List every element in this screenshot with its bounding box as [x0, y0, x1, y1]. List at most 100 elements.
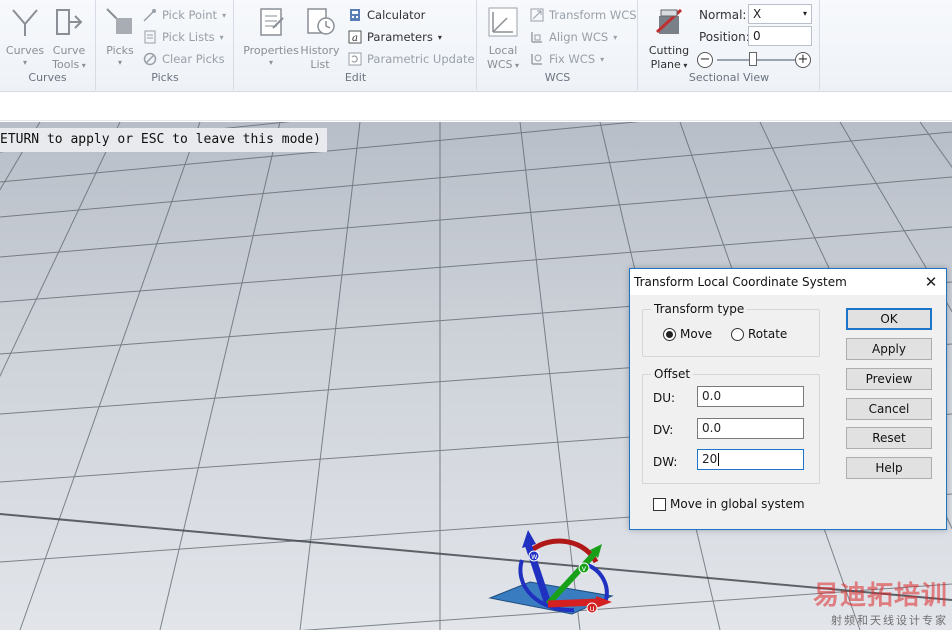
dialog-title: Transform Local Coordinate System — [634, 275, 847, 289]
du-input[interactable]: 0.0 — [697, 386, 804, 407]
chevron-down-icon: ▾ — [79, 61, 86, 70]
du-label: DU: — [653, 391, 676, 405]
picks-group: Picks ▾ Pick Point ▾ Pick Lists ▾ Clear Pi… — [97, 0, 234, 90]
v-axis-label: v — [582, 564, 587, 573]
curves-icon — [12, 9, 38, 36]
cutting-plane-icon — [655, 8, 683, 34]
u-axis-label: u — [590, 604, 595, 613]
group-label-sectional-view: Sectional View — [688, 71, 770, 84]
local-wcs-button[interactable]: Local WCS ▾ — [480, 6, 526, 72]
history-list-button[interactable]: History List — [299, 6, 341, 72]
parameters-button[interactable]: a Parameters ▾ — [348, 28, 442, 46]
chevron-down-icon: ▾ — [680, 61, 688, 70]
parameters-icon: a — [348, 30, 362, 44]
slider-increase-button[interactable]: + — [795, 52, 811, 68]
w-axis-arrow-icon — [522, 530, 536, 548]
radio-rotate[interactable]: Rotate — [731, 327, 787, 341]
align-wcs-icon — [531, 32, 542, 43]
chevron-down-icon: ▾ — [222, 10, 227, 20]
parametric-update-icon — [348, 52, 362, 66]
w-axis-label: w — [531, 552, 538, 561]
picks-button[interactable]: Picks ▾ — [97, 6, 143, 68]
preview-button[interactable]: Preview — [846, 368, 932, 390]
wcs-gizmo[interactable]: w v u — [486, 526, 626, 626]
history-list-icon — [307, 8, 335, 35]
chevron-down-icon: ▾ — [600, 54, 605, 64]
cutting-plane-button[interactable]: Cutting Plane ▾ — [645, 6, 693, 72]
radio-move[interactable]: Move — [663, 327, 712, 341]
ribbon: Curves ▾ Curve Tools ▾ Curves Picks ▾ Pi… — [0, 0, 952, 92]
pick-lists-icon — [144, 30, 156, 44]
watermark-sub: 射频和天线设计专家 — [831, 614, 948, 627]
dv-input[interactable]: 0.0 — [697, 418, 804, 439]
ok-button[interactable]: OK — [846, 308, 932, 330]
dv-label: DV: — [653, 423, 674, 437]
move-in-global-checkbox[interactable]: Move in global system — [653, 497, 805, 511]
curves-button[interactable]: Curves ▾ — [2, 6, 48, 68]
picks-icon — [106, 8, 132, 34]
reset-button[interactable]: Reset — [846, 427, 932, 449]
edit-group: Properties ▾ History List Calculator a P… — [235, 0, 477, 90]
calculator-button[interactable]: Calculator — [348, 6, 425, 24]
apply-button[interactable]: Apply — [846, 338, 932, 360]
properties-icon — [260, 8, 284, 36]
toolbar-strip — [0, 93, 952, 121]
chevron-down-icon: ▾ — [512, 61, 520, 70]
chevron-down-icon: ▾ — [117, 58, 122, 67]
clear-picks-icon — [143, 52, 157, 66]
fix-wcs-button[interactable]: Fix WCS ▾ — [530, 50, 604, 68]
fix-wcs-icon — [531, 54, 542, 65]
transform-lcs-dialog: Transform Local Coordinate System ✕ Tran… — [629, 268, 947, 530]
sectional-view-group: Cutting Plane ▾ Normal: X ▾ Position: 0 … — [639, 0, 820, 90]
curve-tools-icon — [56, 9, 83, 35]
svg-text:a: a — [352, 33, 358, 44]
chevron-down-icon: ▾ — [22, 58, 27, 67]
help-button[interactable]: Help — [846, 457, 932, 479]
status-message: ETURN to apply or ESC to leave this mode… — [0, 128, 327, 152]
offset-legend: Offset — [651, 367, 694, 381]
parametric-update-button[interactable]: Parametric Update — [348, 50, 475, 68]
text-cursor — [718, 453, 720, 466]
radio-move-dot — [663, 327, 676, 341]
align-wcs-button[interactable]: Align WCS ▾ — [530, 28, 617, 46]
pick-point-icon — [143, 9, 156, 22]
dialog-title-bar[interactable]: Transform Local Coordinate System — [630, 269, 946, 295]
curve-tools-button[interactable]: Curve Tools ▾ — [46, 6, 92, 72]
transform-wcs-button[interactable]: Transform WCS — [530, 6, 637, 24]
pick-lists-button[interactable]: Pick Lists ▾ — [143, 28, 224, 46]
properties-button[interactable]: Properties ▾ — [241, 6, 301, 68]
slider-decrease-button[interactable]: − — [697, 52, 713, 68]
transform-wcs-icon — [530, 8, 544, 22]
wcs-group: Local WCS ▾ Transform WCS Align WCS ▾ Fix… — [478, 0, 638, 90]
watermark-main: 易迪拓培训 — [812, 581, 948, 611]
dw-label: DW: — [653, 455, 678, 469]
dw-input[interactable]: 20 — [697, 449, 804, 470]
chevron-down-icon: ▾ — [802, 9, 807, 18]
position-input[interactable]: 0 — [748, 26, 812, 46]
transform-type-legend: Transform type — [651, 302, 748, 316]
watermark: 易迪拓培训 射频和天线设计专家 — [813, 575, 948, 628]
chevron-down-icon: ▾ — [219, 32, 224, 42]
offset-group: Offset DU: 0.0 DV: 0.0 DW: 20 — [642, 367, 820, 484]
slider-thumb[interactable] — [749, 52, 757, 66]
cancel-button[interactable]: Cancel — [846, 398, 932, 420]
group-label-picks: Picks — [151, 71, 179, 84]
group-label-wcs: WCS — [544, 71, 571, 84]
calculator-icon — [350, 9, 360, 21]
normal-select[interactable]: X ▾ — [748, 4, 812, 24]
chevron-down-icon: ▾ — [268, 58, 273, 67]
transform-type-group: Transform type Move Rotate — [642, 302, 820, 357]
radio-rotate-dot — [731, 327, 744, 341]
position-label: Position: — [699, 30, 750, 44]
clear-picks-button[interactable]: Clear Picks — [143, 50, 225, 68]
group-label-curves: Curves — [28, 71, 67, 84]
pick-point-button[interactable]: Pick Point ▾ — [143, 6, 226, 24]
close-icon[interactable]: ✕ — [920, 272, 942, 292]
checkbox-box — [653, 497, 666, 511]
normal-label: Normal: — [699, 8, 747, 22]
chevron-down-icon: ▾ — [437, 32, 442, 42]
group-label-edit: Edit — [344, 71, 367, 84]
local-wcs-icon — [488, 7, 518, 37]
curves-group: Curves ▾ Curve Tools ▾ Curves — [0, 0, 96, 90]
chevron-down-icon: ▾ — [613, 32, 618, 42]
